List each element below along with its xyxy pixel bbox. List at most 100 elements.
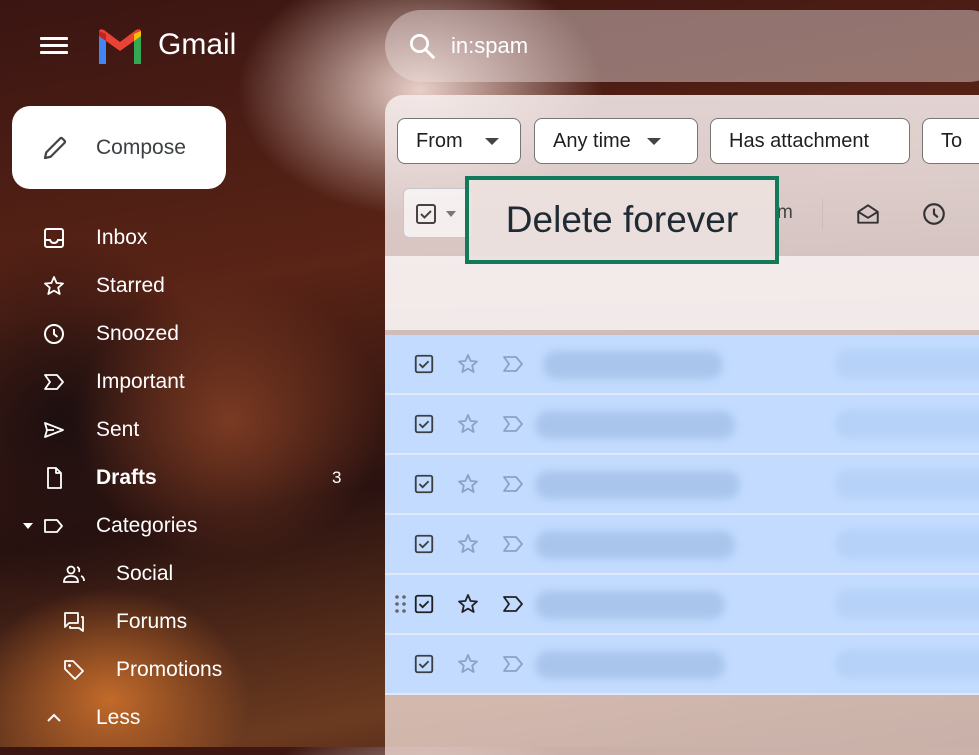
sidebar-item-label: Promotions <box>116 658 223 681</box>
sidebar-item-social[interactable]: Social <box>0 550 370 598</box>
toolbar-divider <box>822 199 823 229</box>
email-row[interactable] <box>385 335 979 395</box>
inbox-icon <box>44 228 64 248</box>
compose-label: Compose <box>96 135 186 159</box>
chevron-up-icon <box>47 713 61 722</box>
has-attachment-filter-chip[interactable]: Has attachment <box>710 118 910 164</box>
snooze-clock-icon[interactable] <box>921 201 947 227</box>
sidebar-item-inbox[interactable]: Inbox <box>0 214 370 262</box>
to-filter-label: To <box>941 129 963 152</box>
checked-box-icon[interactable] <box>413 533 435 555</box>
dropdown-arrow-icon <box>484 137 499 145</box>
mail-list-panel: From Any time Has attachment To m Delete… <box>385 95 979 755</box>
expand-caret-icon[interactable] <box>23 523 33 529</box>
select-dropdown-icon[interactable] <box>446 211 456 217</box>
from-filter-label: From <box>416 129 463 152</box>
file-icon <box>47 467 62 489</box>
star-icon[interactable] <box>456 412 480 436</box>
sidebar-item-promotions[interactable]: Promotions <box>0 646 370 694</box>
tag-icon <box>64 660 84 680</box>
delete-forever-tooltip[interactable]: Delete forever <box>465 176 779 264</box>
delete-forever-label: Delete forever <box>505 199 739 240</box>
redacted-date <box>835 529 979 559</box>
sidebar-item-drafts[interactable]: Drafts 3 <box>0 454 370 502</box>
any-time-filter-label: Any time <box>553 129 631 152</box>
drag-handle-icon[interactable] <box>394 593 408 615</box>
email-row-hovered[interactable] <box>385 575 979 635</box>
sidebar-item-label: Social <box>116 562 174 585</box>
sidebar-item-categories[interactable]: Categories <box>0 502 370 550</box>
email-row[interactable] <box>385 635 979 695</box>
search-bar[interactable]: in:spam <box>385 10 979 82</box>
any-time-filter-chip[interactable]: Any time <box>534 118 698 164</box>
sidebar-item-sent[interactable]: Sent <box>0 406 370 454</box>
compose-button[interactable]: Compose <box>12 106 226 189</box>
to-filter-chip[interactable]: To <box>922 118 979 164</box>
redacted-sender <box>535 411 735 439</box>
star-icon[interactable] <box>456 652 480 676</box>
sidebar-item-important[interactable]: Important <box>0 358 370 406</box>
clock-icon <box>44 324 64 344</box>
send-icon <box>44 422 64 438</box>
forum-icon <box>64 612 84 632</box>
important-marker-icon[interactable] <box>502 474 526 494</box>
sidebar-item-forums[interactable]: Forums <box>0 598 370 646</box>
spam-notice-banner <box>385 256 979 330</box>
drafts-count: 3 <box>332 468 342 487</box>
mark-as-read-icon[interactable] <box>855 201 881 227</box>
checked-box-icon <box>416 204 436 224</box>
checked-box-icon[interactable] <box>413 473 435 495</box>
redacted-sender <box>535 591 725 619</box>
redacted-sender <box>535 651 725 679</box>
important-marker-icon[interactable] <box>502 354 526 374</box>
sidebar-item-label: Inbox <box>96 226 148 249</box>
select-all-checkbox[interactable] <box>403 188 473 238</box>
checked-box-icon[interactable] <box>413 413 435 435</box>
sidebar-item-less[interactable]: Less <box>0 694 370 742</box>
gmail-brand-text: Gmail <box>158 28 237 61</box>
checked-box-icon[interactable] <box>413 653 435 675</box>
sidebar-item-label: Starred <box>96 274 165 297</box>
main-menu-icon[interactable] <box>40 34 68 58</box>
important-marker-icon[interactable] <box>502 594 526 614</box>
sidebar-item-label: Important <box>96 370 185 393</box>
label-icon <box>44 519 63 533</box>
sidebar-item-label: Sent <box>96 418 140 441</box>
people-icon <box>63 565 85 583</box>
sidebar-item-snoozed[interactable]: Snoozed <box>0 310 370 358</box>
star-icon[interactable] <box>456 352 480 376</box>
redacted-sender <box>543 351 723 379</box>
important-marker-icon[interactable] <box>502 654 526 674</box>
star-icon[interactable] <box>456 472 480 496</box>
sidebar-nav: Inbox Starred Snoozed Important Sent Dra… <box>0 214 370 742</box>
sidebar-item-label: Drafts <box>96 466 157 489</box>
star-icon[interactable] <box>456 592 480 616</box>
redacted-date <box>835 469 979 499</box>
redacted-sender <box>535 531 735 559</box>
sidebar-item-starred[interactable]: Starred <box>0 262 370 310</box>
email-row[interactable] <box>385 455 979 515</box>
from-filter-chip[interactable]: From <box>397 118 521 164</box>
checked-box-icon[interactable] <box>413 353 435 375</box>
search-icon[interactable] <box>407 31 437 61</box>
toolbar-partial-label: m <box>777 202 793 223</box>
email-row[interactable] <box>385 515 979 575</box>
gmail-logo-icon[interactable] <box>96 28 144 64</box>
important-marker-icon[interactable] <box>502 534 526 554</box>
has-attachment-label: Has attachment <box>729 129 870 152</box>
important-icon <box>44 374 64 390</box>
star-icon <box>44 276 64 295</box>
search-input[interactable]: in:spam <box>451 33 528 59</box>
redacted-date <box>835 409 979 439</box>
pencil-icon <box>43 136 67 159</box>
redacted-sender <box>535 471 740 499</box>
star-icon[interactable] <box>456 532 480 556</box>
checked-box-icon[interactable] <box>413 593 435 615</box>
important-marker-icon[interactable] <box>502 414 526 434</box>
dropdown-arrow-icon <box>646 137 661 145</box>
sidebar-item-label: Categories <box>96 514 198 537</box>
email-row[interactable] <box>385 395 979 455</box>
sidebar-item-label: Snoozed <box>96 322 179 345</box>
sidebar-item-label: Less <box>96 706 141 729</box>
sidebar-item-label: Forums <box>116 610 188 633</box>
